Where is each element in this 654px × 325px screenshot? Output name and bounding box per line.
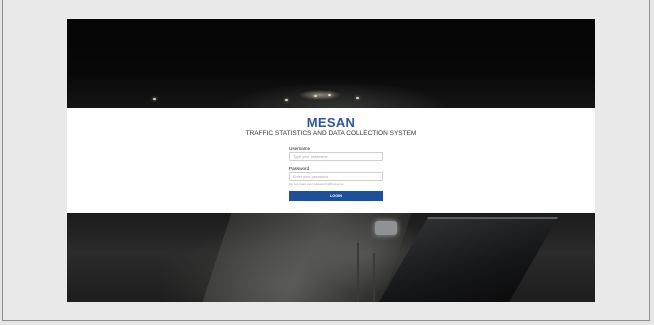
system-subtitle: TRAFFIC STATISTICS AND DATA COLLECTION S…	[245, 130, 417, 137]
password-hint: Do not share your password with anyone	[289, 182, 344, 186]
streetlight	[153, 98, 156, 100]
streetlight	[328, 94, 331, 96]
login-button[interactable]: LOGIN	[289, 191, 383, 201]
username-label: Username	[289, 146, 311, 151]
utility-pole	[357, 243, 359, 302]
car-with-headlights	[375, 221, 397, 235]
brand-title: MESAN	[306, 115, 356, 130]
password-label: Password	[289, 166, 310, 171]
night-city-background-top	[67, 19, 595, 108]
night-road-background-bottom	[67, 213, 595, 302]
streetlight	[285, 99, 288, 101]
streetlight	[356, 97, 359, 99]
streetlight	[314, 95, 317, 97]
password-input[interactable]	[289, 172, 383, 181]
utility-pole	[373, 253, 375, 302]
login-panel: MESAN TRAFFIC STATISTICS AND DATA COLLEC…	[67, 108, 595, 213]
username-input[interactable]	[289, 152, 383, 161]
browser-frame: MESAN TRAFFIC STATISTICS AND DATA COLLEC…	[2, 0, 650, 321]
login-form: Username Password Do not share your pass…	[289, 146, 383, 201]
page-viewport: MESAN TRAFFIC STATISTICS AND DATA COLLEC…	[67, 19, 595, 302]
